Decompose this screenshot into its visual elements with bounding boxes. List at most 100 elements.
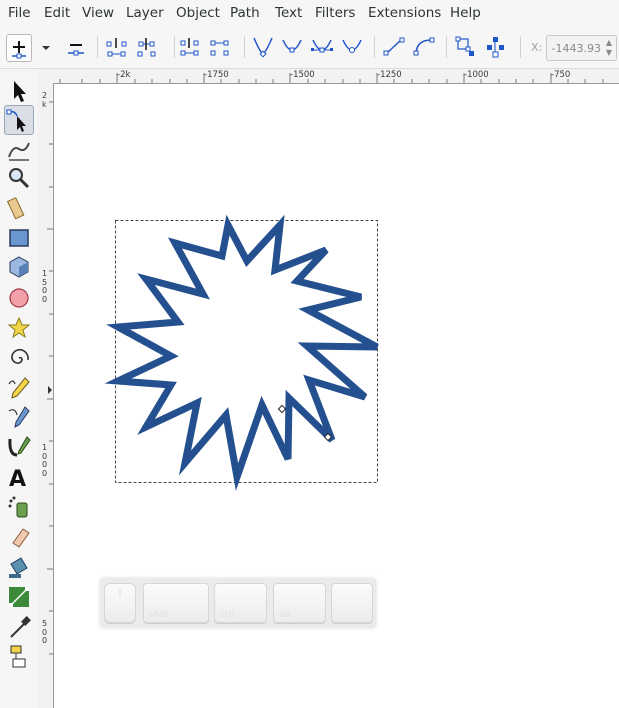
pen-tool[interactable]	[5, 403, 33, 431]
join-segment-icon	[180, 38, 199, 56]
chevron-down-icon	[42, 46, 50, 50]
selector-tool[interactable]	[5, 77, 33, 105]
segment-curve-icon	[413, 37, 435, 56]
x-coordinate-input[interactable]	[547, 36, 601, 60]
delete-segment-icon	[210, 40, 229, 56]
join-nodes-icon	[106, 38, 127, 57]
break-path-icon	[137, 38, 156, 57]
menu-edit[interactable]: Edit	[44, 5, 70, 21]
toolbox: A	[0, 69, 37, 708]
ruler-pointer-icon	[48, 386, 52, 394]
join-nodes-button[interactable]	[104, 34, 130, 60]
magnifier-icon	[9, 168, 30, 189]
svg-text:A: A	[9, 467, 26, 491]
paint-bucket-tool[interactable]	[5, 552, 33, 580]
circle-icon	[9, 288, 29, 308]
segment-line-button[interactable]	[381, 34, 407, 60]
connector-tool[interactable]	[5, 643, 33, 671]
menu-file[interactable]: File	[8, 5, 31, 21]
toolbar-separator	[97, 36, 98, 58]
ellipse-tool[interactable]	[5, 284, 33, 312]
menu-view[interactable]: View	[82, 5, 114, 21]
menu-text[interactable]: Text	[275, 5, 302, 21]
measure-tool[interactable]	[5, 194, 33, 222]
symmetric-node-button[interactable]	[309, 34, 335, 60]
vertical-ruler	[37, 69, 54, 708]
auto-smooth-node-button[interactable]	[339, 34, 365, 60]
symmetric-node-icon	[311, 39, 333, 53]
stroke-to-path-icon	[487, 37, 504, 58]
auto-smooth-node-icon	[342, 39, 362, 53]
toolbar-separator	[446, 36, 447, 58]
insert-node-button[interactable]	[6, 34, 32, 62]
hruler-label: -1250	[377, 70, 402, 80]
menu-object[interactable]: Object	[176, 5, 220, 21]
delete-node-button[interactable]	[63, 34, 89, 60]
calligraphy-tool[interactable]	[5, 433, 33, 461]
eraser-tool[interactable]	[5, 523, 33, 551]
vruler-label: 5 0 0	[42, 619, 48, 645]
menu-extensions[interactable]: Extensions	[368, 5, 441, 21]
keys-overlay: shift ctrl alt	[100, 578, 376, 628]
key-label: ctrl	[220, 610, 235, 620]
menu-layer[interactable]: Layer	[126, 5, 164, 21]
cusp-node-button[interactable]	[250, 34, 276, 60]
smooth-node-button[interactable]	[279, 34, 305, 60]
smooth-node-icon	[282, 39, 302, 53]
hruler-label: -1750	[204, 70, 229, 80]
vertical-ruler-ticks	[47, 101, 53, 655]
eraser-icon	[12, 528, 30, 548]
tweak-icon	[8, 142, 30, 161]
box-3d-tool[interactable]	[5, 253, 33, 281]
toolbar-separator	[520, 36, 521, 58]
delete-segment-button[interactable]	[207, 34, 233, 60]
node-tool[interactable]	[4, 105, 34, 135]
gradient-icon	[9, 587, 29, 607]
segment-curve-button[interactable]	[411, 34, 437, 60]
arrow-pointer-icon	[14, 81, 26, 102]
spray-can-icon	[8, 496, 28, 518]
star-shape[interactable]	[104, 214, 379, 491]
object-to-path-button[interactable]	[453, 34, 479, 60]
gradient-tool[interactable]	[5, 583, 33, 611]
break-path-button[interactable]	[134, 34, 160, 60]
stroke-to-path-button[interactable]	[483, 34, 509, 60]
menu-help[interactable]: Help	[450, 5, 481, 21]
ctrl-key: ctrl	[214, 583, 267, 623]
alt-key: alt	[273, 583, 326, 623]
insert-node-dropdown[interactable]	[36, 34, 62, 60]
x-coordinate-spinner[interactable]: ▲ ▼	[604, 38, 614, 58]
zoom-tool[interactable]	[5, 164, 33, 192]
dropper-tool[interactable]	[5, 613, 33, 641]
vruler-label: 1 5 0 0	[42, 269, 48, 304]
text-tool[interactable]: A	[5, 463, 33, 492]
menu-bar: File Edit View Layer Object Path Text Fi…	[0, 0, 619, 28]
spiral-tool[interactable]	[5, 344, 33, 372]
node-editor-icon	[6, 109, 26, 132]
mouse-key	[104, 583, 136, 623]
text-icon: A	[9, 467, 26, 492]
menu-path[interactable]: Path	[230, 5, 260, 21]
join-segment-button[interactable]	[177, 34, 203, 60]
hruler-label: -750	[551, 70, 571, 80]
segment-line-icon	[383, 37, 405, 56]
tweak-tool[interactable]	[5, 135, 33, 163]
menu-filters[interactable]: Filters	[315, 5, 355, 21]
insert-node-icon	[12, 41, 26, 59]
vruler-label: 2 k	[42, 91, 48, 109]
rectangle-tool[interactable]	[5, 224, 33, 252]
calligraphy-pen-icon	[8, 436, 31, 457]
pencil-icon	[8, 377, 30, 399]
cube-icon	[9, 256, 29, 278]
extra-key	[331, 583, 373, 623]
shift-key: shift	[143, 583, 209, 623]
spiral-icon	[11, 348, 29, 364]
x-coordinate-label: X:	[531, 41, 543, 54]
paint-bucket-icon	[9, 557, 28, 578]
delete-node-icon	[68, 44, 84, 56]
hruler-label: -2k	[117, 70, 131, 80]
spray-tool[interactable]	[5, 493, 33, 521]
star-tool[interactable]	[5, 314, 33, 342]
x-coordinate-field[interactable]: ▲▼	[546, 35, 617, 61]
pencil-tool[interactable]	[5, 374, 33, 402]
